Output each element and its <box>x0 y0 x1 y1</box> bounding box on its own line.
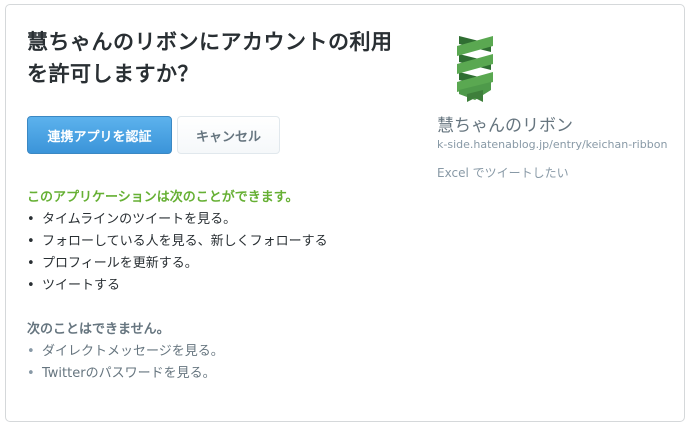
app-url-link[interactable]: k-side.hatenablog.jp/entry/keichan-ribbo… <box>437 138 667 151</box>
bullet-icon: • <box>27 278 35 293</box>
restriction-item: • Twitterのパスワードを見る。 <box>27 363 224 385</box>
restriction-text: ダイレクトメッセージを見る。 <box>42 344 224 359</box>
action-buttons: 連携アプリを認証 キャンセル <box>27 116 280 154</box>
app-description: Excel でツイートしたい <box>437 166 569 180</box>
bullet-icon: • <box>27 366 35 381</box>
permission-text: プロフィールを更新する。 <box>42 256 198 271</box>
authorize-app-button[interactable]: 連携アプリを認証 <box>27 116 172 154</box>
oauth-authorize-card: 慧ちゃんのリボンにアカウントの利用を許可しますか？ 連携アプリを認証 キャンセル… <box>5 4 685 422</box>
permission-item: • タイムラインのツイートを見る。 <box>27 209 328 231</box>
permission-text: タイムラインのツイートを見る。 <box>42 212 237 227</box>
page-title: 慧ちゃんのリボンにアカウントの利用を許可しますか？ <box>27 30 393 86</box>
permission-item: • フォローしている人を見る、新しくフォローする <box>27 231 328 253</box>
restriction-text: Twitterのパスワードを見る。 <box>42 366 216 381</box>
restrictions-heading: 次のことはできません。 <box>27 322 170 337</box>
bullet-icon: • <box>27 344 35 359</box>
bullet-icon: • <box>27 256 35 271</box>
permissions-heading: このアプリケーションは次のことができます。 <box>27 190 299 205</box>
bullet-icon: • <box>27 234 35 249</box>
permissions-list: • タイムラインのツイートを見る。 • フォローしている人を見る、新しくフォローする… <box>27 209 328 297</box>
permission-text: フォローしている人を見る、新しくフォローする <box>42 234 328 249</box>
permission-item: • プロフィールを更新する。 <box>27 253 328 275</box>
permission-text: ツイートする <box>42 278 121 293</box>
bullet-icon: • <box>27 212 35 227</box>
green-ribbon-logo-icon <box>457 36 493 102</box>
restriction-item: • ダイレクトメッセージを見る。 <box>27 341 224 363</box>
restrictions-list: • ダイレクトメッセージを見る。 • Twitterのパスワードを見る。 <box>27 341 224 385</box>
app-name: 慧ちゃんのリボン <box>437 116 573 136</box>
cancel-button[interactable]: キャンセル <box>177 116 280 154</box>
permission-item: • ツイートする <box>27 275 328 297</box>
